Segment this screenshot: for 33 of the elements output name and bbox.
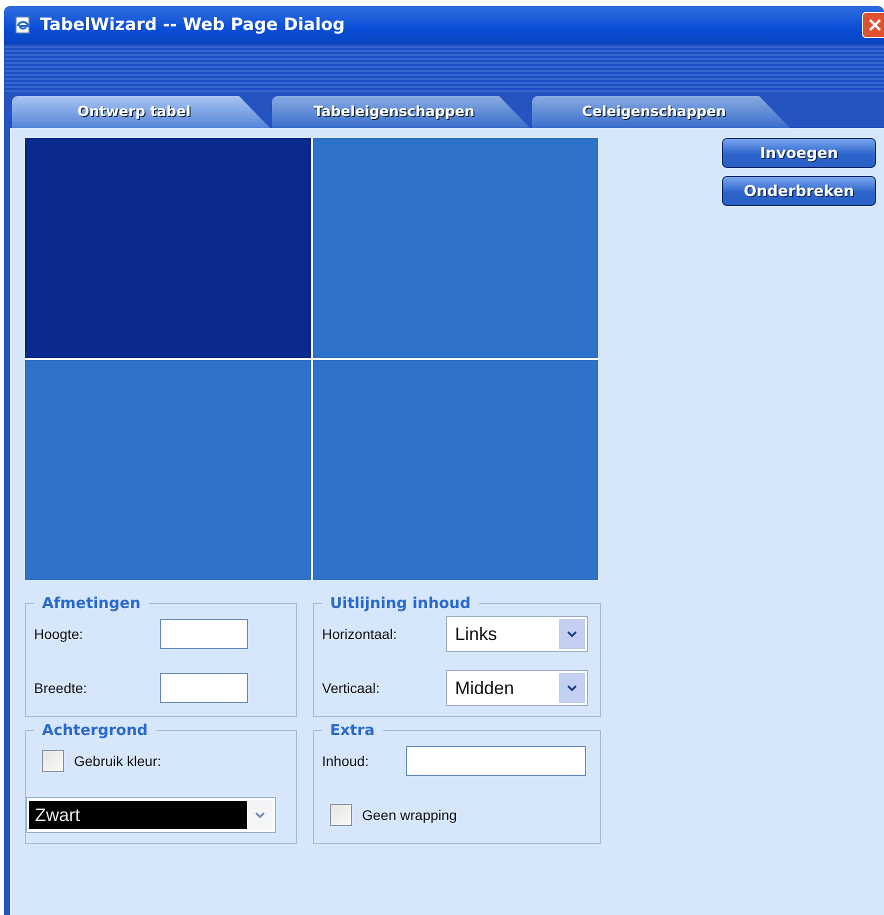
dialog-button[interactable]: Invoegen: [722, 138, 876, 168]
page-icon: [14, 16, 32, 34]
window-title: TabelWizard -- Web Page Dialog: [40, 15, 346, 35]
input-field[interactable]: [160, 673, 248, 703]
field-label: Hoogte:: [34, 626, 84, 642]
table-cell-preview[interactable]: [25, 360, 310, 580]
group-title: Achtergrond: [41, 721, 149, 739]
group-title: Uitlijning inhoud: [329, 594, 472, 612]
chevron-icon: [255, 812, 265, 818]
table-cell-preview[interactable]: [312, 138, 598, 358]
chevron-icon: [567, 630, 577, 638]
chevron-icon: [567, 684, 577, 692]
checkbox[interactable]: [42, 750, 64, 772]
field-label: Breedte:: [34, 680, 88, 696]
checkbox-label: Gebruik kleur:: [74, 753, 162, 769]
checkbox-label: Geen wrapping: [362, 807, 457, 823]
group-title: Extra: [329, 721, 376, 739]
close-button[interactable]: [862, 12, 884, 38]
input-field[interactable]: [160, 619, 248, 649]
field-label: Horizontaal:: [322, 626, 398, 642]
dropdown[interactable]: Links: [446, 616, 588, 652]
close-icon: [868, 18, 882, 32]
table-cell-preview[interactable]: [312, 360, 598, 580]
dialog-button[interactable]: Onderbreken: [722, 176, 876, 206]
field-label: Verticaal:: [322, 680, 381, 696]
group-title: Afmetingen: [41, 594, 142, 612]
checkbox[interactable]: [330, 804, 352, 826]
input-field[interactable]: [406, 746, 586, 776]
tab[interactable]: Tabeleigenschappen: [272, 96, 530, 128]
field-label: Inhoud:: [322, 753, 370, 769]
tab[interactable]: Celeigenschappen: [532, 96, 790, 128]
dropdown[interactable]: Midden: [446, 670, 588, 706]
table-cell-preview[interactable]: [25, 138, 310, 358]
